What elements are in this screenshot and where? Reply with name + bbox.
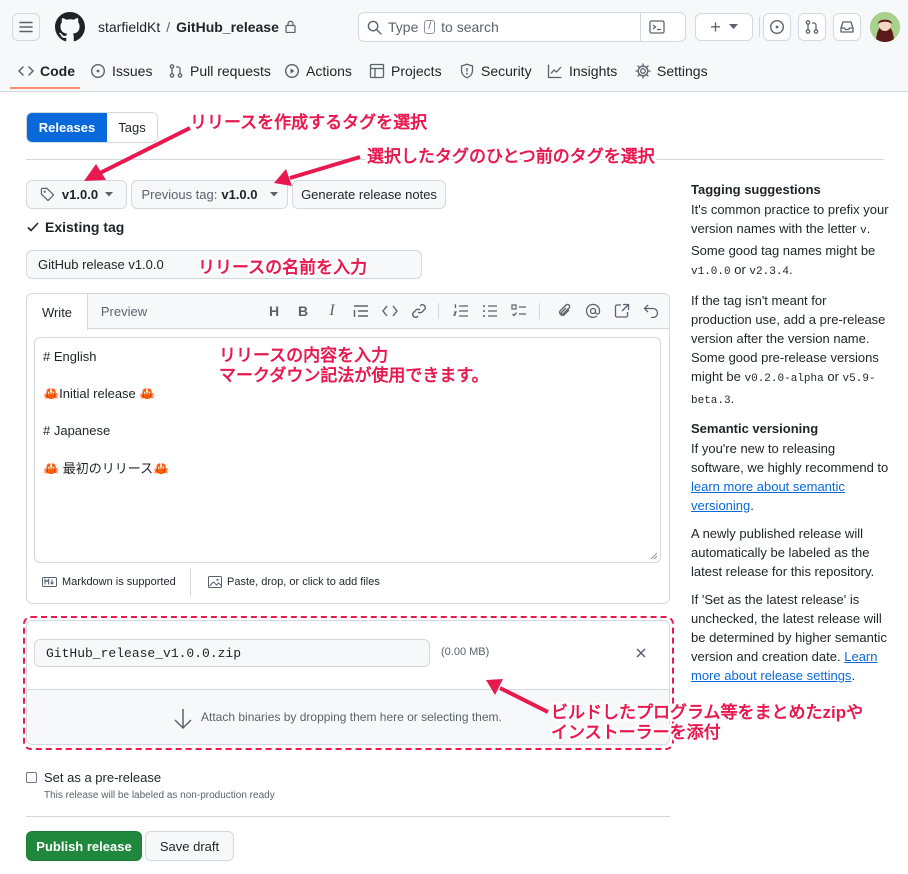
annotation-release-name: リリースの名前を入力 [198, 258, 368, 277]
annotation-attach-zip: ビルドしたプログラム等をまとめたzipや インストーラーを添付 [551, 703, 864, 742]
annotation-release-body: リリースの内容を入力 マークダウン記法が使用できます。 [219, 346, 489, 385]
annotation-select-tag: リリースを作成するタグを選択 [190, 113, 428, 132]
annotation-arrow-tag [84, 126, 191, 181]
annotation-previous-tag: 選択したタグのひとつ前のタグを選択 [367, 147, 655, 166]
annotation-arrow-attach [486, 679, 549, 714]
annotation-arrow-previous [274, 155, 361, 186]
